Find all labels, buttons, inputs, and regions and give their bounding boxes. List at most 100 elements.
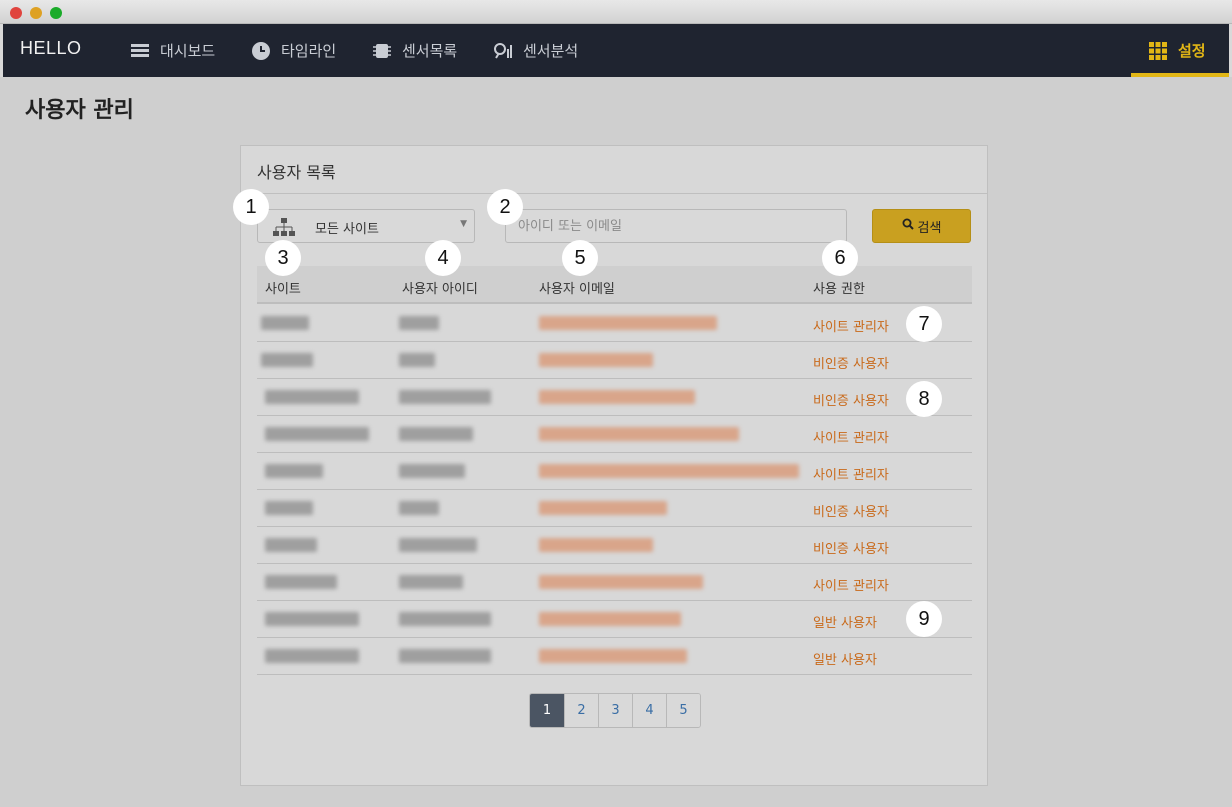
panel-title: 사용자 목록 (257, 163, 336, 182)
site-cell-redacted (265, 612, 359, 626)
site-cell-redacted (265, 390, 359, 404)
panel-header: 사용자 목록 (241, 146, 987, 194)
email-cell-redacted (539, 649, 687, 663)
nav-item-settings[interactable]: 설정 (1148, 24, 1206, 77)
chip-icon (372, 41, 392, 61)
user-list-panel: 사용자 목록 모든 사이트 ▼ 검색 사이트 사용자 아이디 사용자 이메일 사… (240, 145, 988, 786)
page-button-4[interactable]: 4 (632, 694, 666, 727)
email-cell-redacted (539, 316, 717, 330)
nav-item-label: 설정 (1178, 42, 1206, 60)
nav-item-sensor-list[interactable]: 센서목록 (372, 24, 457, 77)
search-button[interactable]: 검색 (872, 209, 971, 243)
permission-link[interactable]: 일반 사용자 (813, 649, 877, 668)
user-id-cell-redacted (399, 649, 491, 663)
permission-link[interactable]: 사이트 관리자 (813, 575, 889, 594)
user-id-cell-redacted (399, 353, 435, 367)
email-cell-redacted (539, 353, 653, 367)
page-title: 사용자 관리 (25, 98, 134, 123)
page-button-2[interactable]: 2 (564, 694, 598, 727)
window-titlebar (0, 0, 1232, 24)
user-id-cell-redacted (399, 501, 439, 515)
email-cell-redacted (539, 427, 739, 441)
permission-link[interactable]: 비인증 사용자 (813, 353, 889, 372)
table-header: 사이트 사용자 아이디 사용자 이메일 사용 권한 (257, 266, 972, 304)
annotation-badge: 7 (906, 306, 942, 342)
search-input[interactable] (505, 209, 847, 243)
user-id-cell-redacted (399, 538, 477, 552)
site-cell-redacted (265, 427, 369, 441)
annotation-badge: 9 (906, 601, 942, 637)
page-button-3[interactable]: 3 (598, 694, 632, 727)
column-header-user-id[interactable]: 사용자 아이디 (402, 278, 478, 297)
annotation-badge: 1 (233, 189, 269, 225)
table-row[interactable]: 비인증 사용자 (257, 527, 972, 564)
nav-item-sensor-analysis[interactable]: 센서분석 (493, 24, 578, 77)
brand-logo[interactable]: HELLO (20, 38, 82, 59)
permission-link[interactable]: 사이트 관리자 (813, 427, 889, 446)
table-row[interactable]: 비인증 사용자 (257, 342, 972, 379)
permission-link[interactable]: 비인증 사용자 (813, 390, 889, 409)
minimize-window-button[interactable] (30, 7, 42, 19)
permission-link[interactable]: 사이트 관리자 (813, 464, 889, 483)
email-cell-redacted (539, 464, 799, 478)
clock-icon (251, 41, 271, 61)
maximize-window-button[interactable] (50, 7, 62, 19)
table-row[interactable]: 사이트 관리자 (257, 453, 972, 490)
email-cell-redacted (539, 538, 653, 552)
user-id-cell-redacted (399, 612, 491, 626)
site-cell-redacted (261, 316, 309, 330)
analysis-icon (493, 41, 513, 61)
email-cell-redacted (539, 575, 703, 589)
annotation-badge: 6 (822, 240, 858, 276)
table-row[interactable]: 사이트 관리자 (257, 416, 972, 453)
sitemap-icon (273, 218, 295, 236)
user-id-cell-redacted (399, 464, 465, 478)
nav-item-timeline[interactable]: 타임라인 (251, 24, 336, 77)
table-row[interactable]: 비인증 사용자 (257, 379, 972, 416)
permission-link[interactable]: 일반 사용자 (813, 612, 877, 631)
email-cell-redacted (539, 612, 681, 626)
site-cell-redacted (265, 649, 359, 663)
table-row[interactable]: 비인증 사용자 (257, 490, 972, 527)
user-id-cell-redacted (399, 575, 463, 589)
nav-item-label: 대시보드 (160, 42, 216, 60)
table-row[interactable]: 사이트 관리자 (257, 305, 972, 342)
nav-item-label: 센서목록 (402, 42, 458, 60)
email-cell-redacted (539, 501, 667, 515)
caret-down-icon: ▼ (460, 219, 467, 229)
nav-item-label: 타임라인 (281, 42, 337, 60)
site-cell-redacted (265, 501, 313, 515)
nav-item-dashboard[interactable]: 대시보드 (130, 24, 215, 77)
search-button-label: 검색 (917, 220, 942, 236)
annotation-badge: 5 (562, 240, 598, 276)
site-cell-redacted (265, 575, 337, 589)
permission-link[interactable]: 사이트 관리자 (813, 316, 889, 335)
permission-link[interactable]: 비인증 사용자 (813, 501, 889, 520)
table-row[interactable]: 사이트 관리자 (257, 564, 972, 601)
email-cell-redacted (539, 390, 695, 404)
annotation-badge: 3 (265, 240, 301, 276)
nav-item-label: 센서분석 (523, 42, 579, 60)
grid-icon (1148, 41, 1168, 61)
column-header-permission[interactable]: 사용 권한 (813, 278, 865, 297)
site-select-value: 모든 사이트 (315, 222, 379, 237)
site-cell-redacted (265, 538, 317, 552)
close-window-button[interactable] (10, 7, 22, 19)
user-id-cell-redacted (399, 390, 491, 404)
site-select[interactable]: 모든 사이트 ▼ (257, 209, 475, 243)
annotation-badge: 4 (425, 240, 461, 276)
top-navbar: HELLO 대시보드 타임라인 센서목록 센서분석 설정 (3, 24, 1229, 77)
column-header-site[interactable]: 사이트 (265, 278, 301, 297)
table-row[interactable]: 일반 사용자 (257, 601, 972, 638)
page-button-5[interactable]: 5 (666, 694, 700, 727)
page-button-1[interactable]: 1 (530, 694, 564, 727)
user-id-cell-redacted (399, 316, 439, 330)
dashboard-icon (130, 41, 150, 61)
permission-link[interactable]: 비인증 사용자 (813, 538, 889, 557)
pagination: 1 2 3 4 5 (529, 693, 701, 728)
search-icon (902, 218, 914, 234)
column-header-email[interactable]: 사용자 이메일 (539, 278, 615, 297)
site-cell-redacted (261, 353, 313, 367)
table-row[interactable]: 일반 사용자 (257, 638, 972, 675)
annotation-badge: 8 (906, 381, 942, 417)
